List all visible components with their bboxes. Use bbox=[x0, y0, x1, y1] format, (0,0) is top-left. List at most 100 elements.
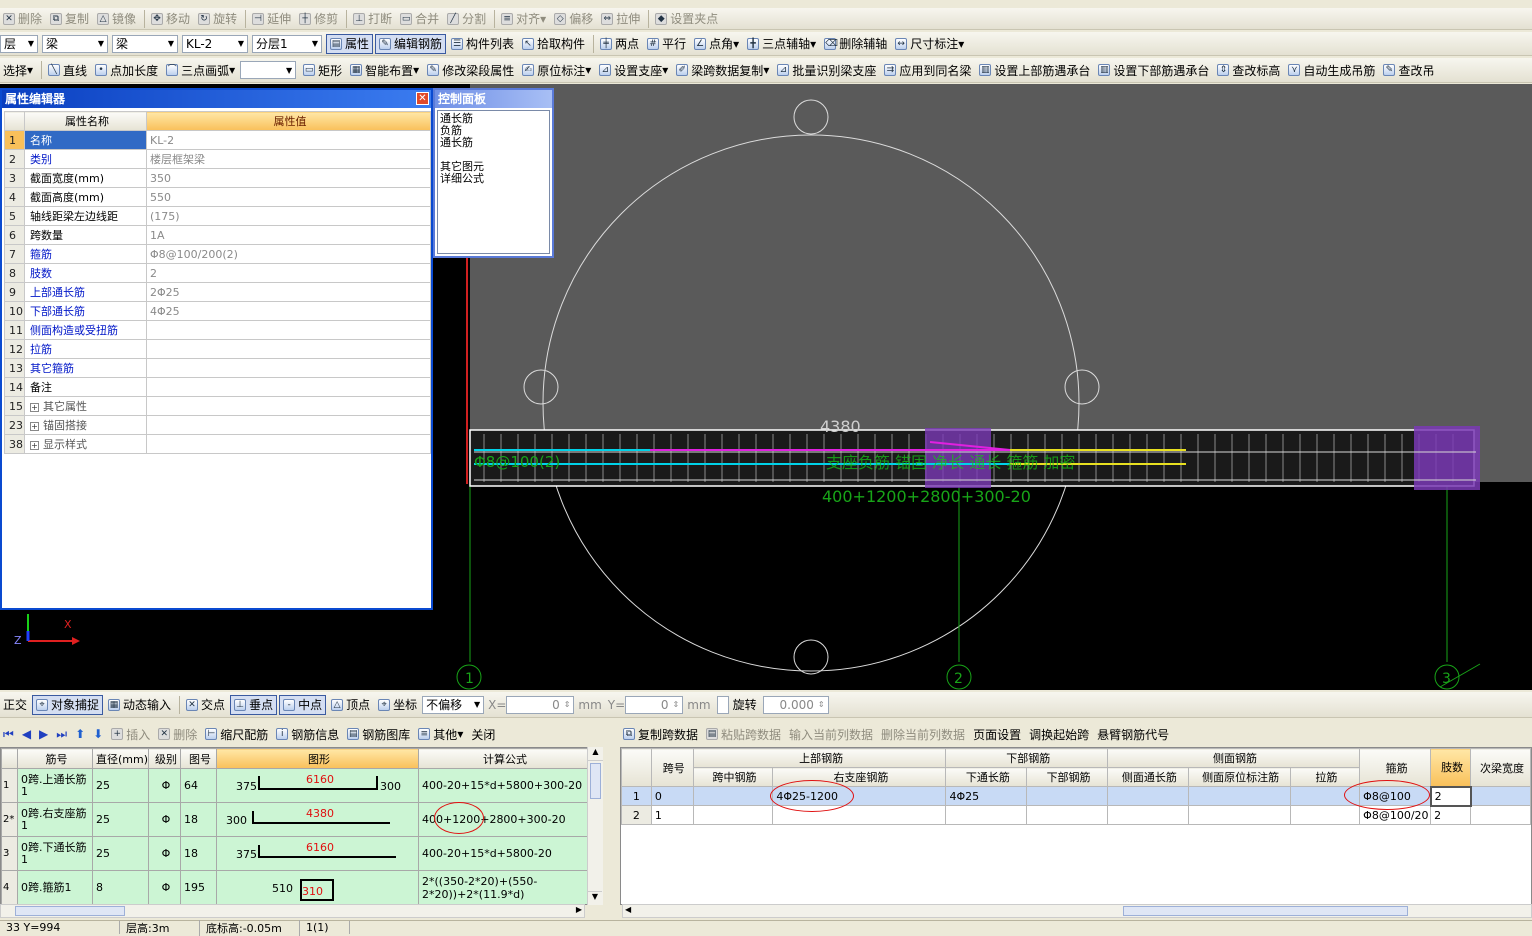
three-point-axis-button[interactable]: ╋ 三点辅轴 ▾ bbox=[744, 34, 819, 54]
split-button[interactable]: ╱ 分割 bbox=[444, 9, 489, 29]
first-record-button[interactable]: ⏮ bbox=[0, 724, 17, 744]
span-cell-side-through[interactable] bbox=[1106, 786, 1189, 806]
other-button[interactable]: ≡ 其他 ▾ bbox=[415, 724, 466, 744]
property-value[interactable]: KL-2 bbox=[146, 130, 431, 150]
set-top-rebar-cap-button[interactable]: ▥ 设置上部筋遇承台 bbox=[976, 60, 1093, 80]
layer-combo[interactable]: 分层1 ▼ bbox=[252, 34, 322, 53]
move-up-button[interactable]: ⬆ bbox=[72, 724, 88, 744]
rotate-checkbox[interactable] bbox=[716, 695, 729, 714]
rebar-name[interactable]: 0跨.上通长筋1 bbox=[17, 768, 93, 803]
three-point-arc-button[interactable]: ⌒ 三点画弧 ▾ bbox=[163, 60, 238, 80]
property-row[interactable]: 4 截面高度(mm) 550 bbox=[4, 187, 431, 207]
dimension-button[interactable]: ↔ 尺寸标注 ▾ bbox=[892, 34, 967, 54]
rebar-name[interactable]: 0跨.箍筋1 bbox=[17, 870, 93, 904]
rebar-grade[interactable]: Φ bbox=[148, 802, 182, 837]
paste-span-button[interactable]: ▤ 粘贴跨数据 bbox=[703, 724, 784, 744]
batch-identify-support-button[interactable]: ⊿ 批量识别梁支座 bbox=[774, 60, 879, 80]
rebar-figure-number[interactable]: 18 bbox=[180, 836, 218, 871]
rebar-horizontal-scrollbar[interactable]: ▶ bbox=[0, 904, 585, 918]
span-cell-bot-through[interactable]: 4Φ25 bbox=[945, 786, 1028, 806]
property-row[interactable]: 11 侧面构造或受扭筋 bbox=[4, 320, 431, 340]
property-value[interactable]: 550 bbox=[146, 187, 431, 207]
insert-button[interactable]: + 插入 bbox=[108, 724, 153, 744]
property-row[interactable]: 13 其它箍筋 bbox=[4, 358, 431, 378]
property-row[interactable]: 23 + 锚固搭接 bbox=[4, 415, 431, 435]
property-value[interactable] bbox=[146, 396, 431, 416]
intersection-snap-button[interactable]: ✕ 交点 bbox=[183, 695, 228, 715]
span-cell-sub-beam-width[interactable] bbox=[1470, 805, 1531, 825]
delete-axis-button[interactable]: ⌫ 删除辅轴 bbox=[821, 34, 890, 54]
property-value[interactable] bbox=[146, 320, 431, 340]
span-cell-legs[interactable]: 2 bbox=[1430, 805, 1472, 825]
next-record-button[interactable]: ▶ bbox=[36, 724, 51, 744]
select-button[interactable]: 选择 ▾ bbox=[0, 60, 36, 80]
property-value[interactable] bbox=[146, 358, 431, 378]
auto-hanger-button[interactable]: ⋎ 自动生成吊筋 bbox=[1285, 60, 1378, 80]
rebar-formula[interactable]: 400-20+15*d+5800+300-20 bbox=[418, 768, 589, 803]
move-down-button[interactable]: ⬇ bbox=[90, 724, 106, 744]
rebar-row[interactable]: 4 0跨.箍筋1 8 Φ 195 510 310 2*((350-2*20)+(550-2*2… bbox=[1, 870, 589, 904]
last-record-button[interactable]: ⏭ bbox=[53, 724, 70, 744]
property-value[interactable]: 2Φ25 bbox=[146, 282, 431, 302]
expand-icon[interactable]: + bbox=[30, 441, 39, 450]
rebar-name[interactable]: 0跨.右支座筋1 bbox=[17, 802, 93, 837]
rebar-formula[interactable]: 2*((350-2*20)+(550-2*20))+2*(11.9*d) bbox=[418, 870, 589, 904]
element-combo[interactable]: KL-2 ▼ bbox=[182, 34, 248, 53]
object-snap-button[interactable]: ⌖ 对象捕捉 bbox=[32, 694, 104, 715]
offset-combo[interactable]: 不偏移 ▼ bbox=[422, 695, 485, 714]
check-hanger-button[interactable]: ✎ 查改吊 bbox=[1380, 60, 1437, 80]
rectangle-button[interactable]: ▭ 矩形 bbox=[300, 60, 345, 80]
property-value[interactable]: 楼层框架梁 bbox=[146, 149, 431, 169]
scale-rebar-button[interactable]: ⊢ 缩尺配筋 bbox=[202, 724, 271, 744]
property-row[interactable]: 14 备注 bbox=[4, 377, 431, 397]
rebar-info-button[interactable]: i 钢筋信息 bbox=[273, 724, 342, 744]
copy-button[interactable]: ⧉ 复制 bbox=[47, 9, 92, 29]
rebar-figure-number[interactable]: 64 bbox=[180, 768, 218, 803]
rebar-diameter[interactable]: 25 bbox=[91, 768, 150, 803]
property-row[interactable]: 8 肢数 2 bbox=[4, 263, 431, 283]
control-item[interactable]: 详细公式 bbox=[440, 173, 547, 185]
delete-column-button[interactable]: 删除当前列数据 bbox=[878, 724, 968, 744]
rebar-figure-number[interactable]: 18 bbox=[180, 802, 218, 837]
in-place-annotation-button[interactable]: ✍ 原位标注 ▾ bbox=[519, 60, 594, 80]
property-value[interactable]: (175) bbox=[146, 206, 431, 226]
rebar-name[interactable]: 0跨.下通长筋1 bbox=[17, 836, 93, 871]
span-horizontal-scrollbar[interactable]: ◀ bbox=[622, 904, 1532, 918]
stretch-button[interactable]: ⇔ 拉伸 bbox=[598, 9, 643, 29]
apply-same-name-button[interactable]: ⇉ 应用到同名梁 bbox=[881, 60, 974, 80]
property-row[interactable]: 9 上部通长筋 2Φ25 bbox=[4, 282, 431, 302]
point-angle-button[interactable]: ∠ 点角 ▾ bbox=[691, 34, 742, 54]
span-cell-tie[interactable] bbox=[1289, 805, 1361, 825]
break-button[interactable]: ⊥ 打断 bbox=[350, 9, 395, 29]
property-button[interactable]: ▤ 属性 bbox=[326, 33, 374, 54]
prev-record-button[interactable]: ◀ bbox=[19, 724, 34, 744]
parallel-button[interactable]: # 平行 bbox=[644, 34, 689, 54]
swap-start-span-button[interactable]: 调换起始跨 bbox=[1026, 724, 1092, 744]
rebar-row[interactable]: 3 0跨.下通长筋1 25 Φ 18 375 6160 400-20+15*d+5800-20 bbox=[1, 836, 589, 871]
type-combo-1[interactable]: 梁 ▼ bbox=[42, 34, 108, 53]
property-row[interactable]: 10 下部通长筋 4Φ25 bbox=[4, 301, 431, 321]
property-value[interactable]: 4Φ25 bbox=[146, 301, 431, 321]
smart-layout-button[interactable]: ▦ 智能布置 ▾ bbox=[347, 60, 422, 80]
delete-button[interactable]: ✕ 删除 bbox=[0, 9, 45, 29]
copy-span-button[interactable]: ⧉ 复制跨数据 bbox=[620, 724, 701, 744]
x-input[interactable]: 0 ⇕ bbox=[506, 695, 575, 714]
span-cell-bot[interactable] bbox=[1026, 805, 1108, 825]
property-value[interactable]: 2 bbox=[146, 263, 431, 283]
modify-beam-segment-button[interactable]: ✎ 修改梁段属性 bbox=[424, 60, 517, 80]
close-panel-button[interactable]: 关闭 bbox=[468, 724, 498, 744]
property-value[interactable] bbox=[146, 415, 431, 435]
property-value[interactable]: 1A bbox=[146, 225, 431, 245]
property-value[interactable] bbox=[146, 339, 431, 359]
span-cell-side-loc[interactable] bbox=[1187, 786, 1291, 806]
align-button[interactable]: ≡ 对齐 ▾ bbox=[498, 9, 549, 29]
rebar-row[interactable]: 1 0跨.上通长筋1 25 Φ 64 375 6160 300 400-20+15*d+5800… bbox=[1, 768, 589, 803]
close-icon[interactable]: ✕ bbox=[416, 92, 429, 105]
expand-icon[interactable]: + bbox=[30, 403, 39, 412]
cantilever-code-button[interactable]: 悬臂钢筋代号 bbox=[1094, 724, 1172, 744]
perpendicular-snap-button[interactable]: ⊥ 垂点 bbox=[230, 694, 278, 715]
floor-combo[interactable]: 层 ▼ bbox=[0, 34, 38, 53]
rebar-library-button[interactable]: ▤ 钢筋图库 bbox=[344, 724, 413, 744]
edit-rebar-button[interactable]: ✎ 编辑钢筋 bbox=[375, 33, 447, 54]
rebar-row[interactable]: 2* 0跨.右支座筋1 25 Φ 18 300 4380 400+1200+2800+300-… bbox=[1, 802, 589, 837]
